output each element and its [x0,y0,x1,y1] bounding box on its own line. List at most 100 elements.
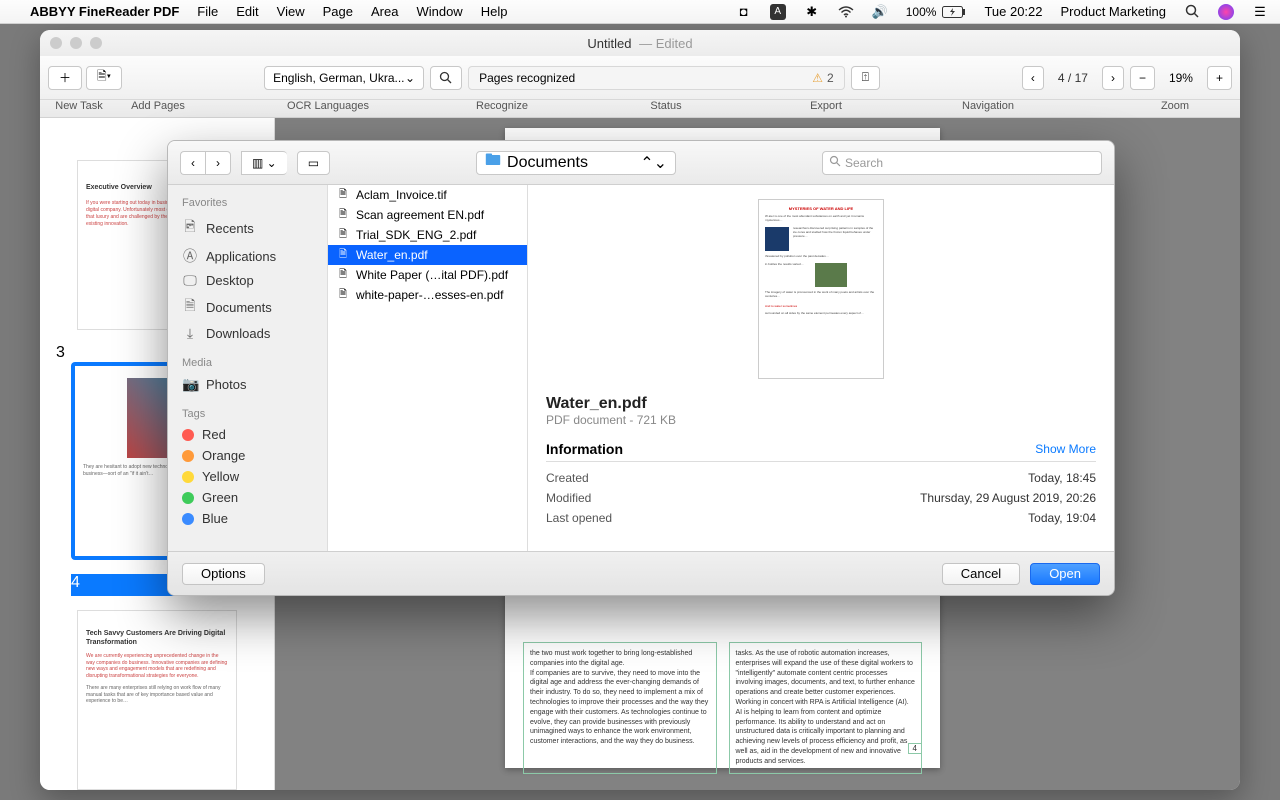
location-dropdown[interactable]: 🖿 Documents ⌃⌄ [476,151,676,175]
menubar: ABBYY FineReader PDF File Edit View Page… [0,0,1280,24]
lang-icon[interactable]: A [770,4,786,20]
preview-thumbnail: MYSTERIES OF WATER AND LIFE W ater is on… [758,199,884,379]
group-button[interactable]: ▭ [297,151,330,175]
nav-position: 4 / 17 [1048,71,1098,85]
traffic-lights[interactable] [50,37,102,49]
file-item[interactable]: 🗎Aclam_Invoice.tif [328,185,527,205]
shield-icon[interactable]: ◘ [736,4,752,20]
dialog-footer: Options Cancel Open [168,551,1114,595]
menu-file[interactable]: File [197,4,218,19]
open-file-dialog: ‹ › ▥ ⌄ ▭ 🖿 Documents ⌃⌄ Search Favorite… [167,140,1115,596]
nav-prev-button[interactable]: ‹ [1022,66,1044,90]
status-text: Pages recognized [479,71,575,85]
menu-page[interactable]: Page [323,4,353,19]
zoom-value: 19% [1159,71,1203,85]
window-edited: — Edited [639,36,692,51]
menu-edit[interactable]: Edit [236,4,258,19]
menu-view[interactable]: View [277,4,305,19]
volume-icon[interactable]: 🔊 [872,4,888,20]
notification-icon[interactable]: ☰ [1252,4,1268,20]
forward-button[interactable]: › [205,151,231,175]
preview-thumb-title: MYSTERIES OF WATER AND LIFE [765,206,877,211]
info-row: CreatedToday, 18:45 [546,468,1096,488]
sidebar-tag-green[interactable]: Green [168,487,327,508]
options-button[interactable]: Options [182,563,265,585]
sidebar-item-desktop[interactable]: 🖵Desktop [168,269,327,292]
sidebar-tag-red[interactable]: Red [168,424,327,445]
new-task-label: New Task [40,100,118,117]
sidebar-item-applications[interactable]: ⒶApplications [168,243,327,269]
file-item[interactable]: 🗎white-paper-…esses-en.pdf [328,285,527,305]
clock[interactable]: Tue 20:22 [984,4,1042,19]
status-warn-count: 2 [827,71,834,85]
desktop-icon: 🖵 [182,272,198,289]
doc-right-col: tasks. As the use of robotic automation … [729,642,923,774]
dialog-toolbar: ‹ › ▥ ⌄ ▭ 🖿 Documents ⌃⌄ Search [168,141,1114,185]
open-button[interactable]: Open [1030,563,1100,585]
sidebar-item-downloads[interactable]: ⤓Downloads [168,322,327,345]
recognize-label: Recognize [458,100,546,117]
warning-icon: ⚠ [812,71,823,85]
zoom-out-button[interactable]: − [1130,66,1155,90]
sidebar-header-tags: Tags [168,404,327,424]
file-item[interactable]: 🗎Trial_SDK_ENG_2.pdf [328,225,527,245]
battery-status[interactable]: 100% [906,5,967,19]
doc-page-number: 4 [908,743,922,754]
preview-filename: Water_en.pdf [546,395,1096,413]
updown-icon: ⌃⌄ [640,153,667,173]
export-label: Export [786,100,866,117]
user-menu[interactable]: Product Marketing [1061,4,1167,19]
back-button[interactable]: ‹ [180,151,205,175]
new-task-button[interactable]: ＋ [48,66,82,90]
search-icon [829,155,841,170]
add-pages-button[interactable]: 🗎▾ [86,66,122,90]
titlebar: Untitled — Edited [40,30,1240,56]
file-list[interactable]: 🗎Aclam_Invoice.tif🗎Scan agreement EN.pdf… [328,185,528,551]
zoom-label: Zoom [1110,100,1240,117]
search-input[interactable]: Search [822,151,1102,175]
file-icon: 🗎 [336,188,350,202]
app-menu[interactable]: ABBYY FineReader PDF [30,4,179,19]
thumbnail-page-5[interactable]: Tech Savvy Customers Are Driving Digital… [77,610,237,790]
file-item[interactable]: 🗎Water_en.pdf [328,245,527,265]
siri-icon[interactable] [1218,4,1234,20]
nav-next-button[interactable]: › [1102,66,1124,90]
info-row: ModifiedThursday, 29 August 2019, 20:26 [546,488,1096,508]
sidebar-item-documents[interactable]: 🗎Documents [168,292,327,322]
tag-dot-icon [182,492,194,504]
zoom-in-button[interactable]: + [1207,66,1232,90]
sync-icon[interactable]: ✱ [804,4,820,20]
sidebar-tag-yellow[interactable]: Yellow [168,466,327,487]
documents-icon: 🗎 [182,295,198,319]
spotlight-icon[interactable] [1184,4,1200,20]
tag-dot-icon [182,513,194,525]
export-button[interactable]: ⍐ [851,66,880,90]
doc-left-col: the two must work together to bring long… [523,642,717,774]
ocr-language-select[interactable]: English, German, Ukra... ⌄ [264,66,424,90]
show-more-link[interactable]: Show More [1035,442,1096,456]
file-icon: 🗎 [336,248,350,262]
tag-dot-icon [182,471,194,483]
sidebar-item-photos[interactable]: 📷Photos [168,373,327,396]
menu-area[interactable]: Area [371,4,398,19]
sidebar-tag-orange[interactable]: Orange [168,445,327,466]
cancel-button[interactable]: Cancel [942,563,1020,585]
info-row: Last openedToday, 19:04 [546,508,1096,528]
status-bar: Pages recognized ⚠ 2 [468,66,845,90]
file-item[interactable]: 🗎Scan agreement EN.pdf [328,205,527,225]
view-mode-button[interactable]: ▥ ⌄ [241,151,287,175]
recognize-button[interactable] [430,66,462,90]
wifi-icon[interactable] [838,4,854,20]
menu-help[interactable]: Help [481,4,508,19]
menu-window[interactable]: Window [416,4,462,19]
file-item[interactable]: 🗎White Paper (…ital PDF).pdf [328,265,527,285]
nav-label: Navigation [866,100,1110,117]
ocr-language-value: English, German, Ukra... [273,71,404,85]
status-label: Status [546,100,786,117]
thumb-5-title: Tech Savvy Customers Are Driving Digital… [86,629,228,647]
folder-icon: 🖿 [485,149,501,176]
sidebar-tag-blue[interactable]: Blue [168,508,327,529]
sidebar-item-recents[interactable]: 🖻Recents [168,213,327,243]
toolbar: ＋ 🗎▾ English, German, Ukra... ⌄ Pages re… [40,56,1240,100]
search-placeholder: Search [845,156,883,170]
